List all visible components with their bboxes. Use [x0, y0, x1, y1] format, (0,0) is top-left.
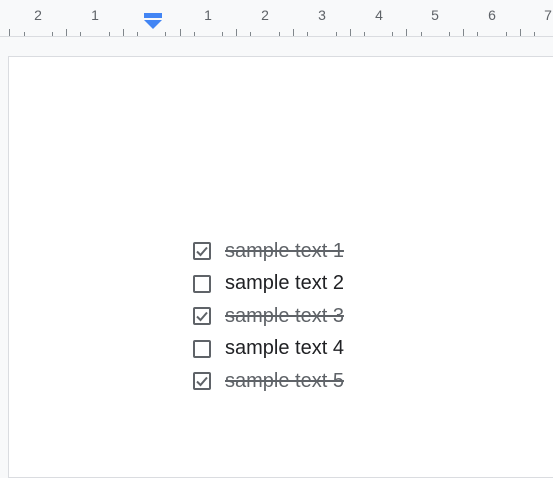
ruler-tick: [506, 32, 507, 36]
ruler-tick: [307, 32, 308, 36]
ruler-tick: [123, 29, 124, 36]
ruler-label: 5: [431, 7, 439, 23]
ruler-tick: [222, 32, 223, 36]
horizontal-ruler[interactable]: 2 1 1 2 3 4 5 6 7: [0, 0, 553, 37]
ruler-label: 1: [91, 7, 99, 23]
ruler-tick: [24, 32, 25, 36]
ruler-tick: [534, 32, 535, 36]
ruler-tick: [250, 32, 251, 36]
ruler-label: 2: [261, 7, 269, 23]
ruler-tick: [421, 32, 422, 36]
ruler-tick: [293, 29, 294, 36]
checklist-item[interactable]: sample text 1: [193, 235, 344, 268]
ruler-tick: [137, 32, 138, 36]
checkbox-checked-icon[interactable]: [193, 242, 211, 261]
checklist-item-text[interactable]: sample text 3: [225, 305, 344, 328]
ruler-tick: [406, 29, 407, 36]
ruler-tick: [520, 29, 521, 36]
ruler-tick: [477, 32, 478, 36]
checklist-item-text[interactable]: sample text 4: [225, 337, 344, 360]
ruler-tick: [392, 32, 393, 36]
ruler-tick: [9, 29, 10, 36]
ruler-tick: [279, 32, 280, 36]
ruler-tick: [80, 32, 81, 36]
ruler-label: 4: [375, 7, 383, 23]
ruler-tick: [180, 29, 181, 36]
ruler-label: 6: [488, 7, 496, 23]
indent-marker-icon[interactable]: [143, 13, 163, 29]
checklist-item-text[interactable]: sample text 2: [225, 272, 344, 295]
ruler-label: 2: [34, 7, 42, 23]
ruler-tick: [364, 32, 365, 36]
ruler-tick: [336, 32, 337, 36]
ruler-tick: [463, 29, 464, 36]
checklist-item-text[interactable]: sample text 5: [225, 370, 344, 393]
ruler-label: 3: [318, 7, 326, 23]
ruler-tick: [449, 32, 450, 36]
ruler-tick: [165, 32, 166, 36]
ruler-label: 1: [204, 7, 212, 23]
ruler-tick: [66, 29, 67, 36]
checklist-item[interactable]: sample text 3: [193, 300, 344, 333]
checkbox-checked-icon[interactable]: [193, 372, 211, 391]
checkbox-unchecked-icon[interactable]: [193, 339, 211, 358]
ruler-tick: [52, 32, 53, 36]
document-page[interactable]: sample text 1 sample text 2 sample text …: [8, 56, 553, 478]
ruler-tick: [109, 32, 110, 36]
checklist-item[interactable]: sample text 5: [193, 365, 344, 398]
ruler-tick: [350, 29, 351, 36]
checklist-item-text[interactable]: sample text 1: [225, 240, 344, 263]
ruler-label: 7: [544, 7, 552, 23]
checkbox-checked-icon[interactable]: [193, 307, 211, 326]
checklist-item[interactable]: sample text 4: [193, 333, 344, 366]
ruler-tick: [236, 29, 237, 36]
checkbox-unchecked-icon[interactable]: [193, 274, 211, 293]
checklist-item[interactable]: sample text 2: [193, 268, 344, 301]
checklist: sample text 1 sample text 2 sample text …: [193, 235, 344, 398]
ruler-tick: [194, 32, 195, 36]
